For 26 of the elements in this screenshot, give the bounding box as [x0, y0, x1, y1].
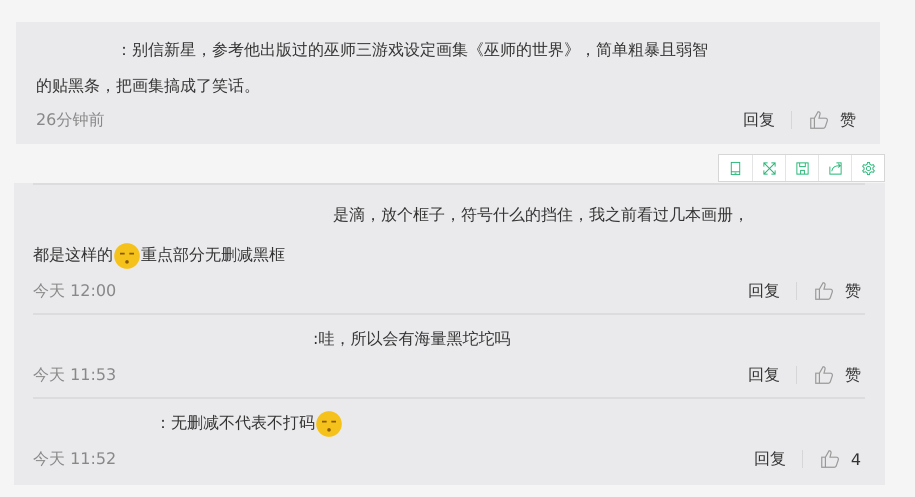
- thumbs-up-icon[interactable]: [813, 364, 835, 386]
- like-link[interactable]: 4: [850, 450, 861, 468]
- comment-text: :哇，所以会有海量黑坨坨吗: [312, 328, 512, 350]
- thumbs-up-icon[interactable]: [808, 109, 830, 131]
- timestamp: 今天 12:00: [33, 280, 116, 302]
- thumbs-up-icon[interactable]: [818, 448, 841, 470]
- settings-icon: [860, 160, 876, 176]
- comment-text: ：无删减不代表不打码: [33, 403, 865, 443]
- reply-link[interactable]: 回复: [748, 364, 780, 386]
- emoji-icon: [315, 410, 343, 438]
- comment-text: 是滴，放个框子，符号什么的挡住，我之前看过几本画册，都是这样的 重点部分无删减黑框: [33, 195, 758, 275]
- tablet-icon: [728, 160, 743, 176]
- comment-text: ：别信新星，参考他出版过的巫师三游戏设定画集《巫师的世界》，简单粗暴且弱智的贴黑条，把画集搞成了笑话。: [36, 39, 709, 97]
- timestamp: 今天 11:52: [33, 448, 116, 470]
- expand-icon: [762, 160, 776, 176]
- thumbs-up-icon[interactable]: [813, 280, 835, 302]
- emoji-icon: [113, 242, 141, 270]
- reply-link[interactable]: 回复: [748, 280, 780, 302]
- reply-link[interactable]: 回复: [743, 110, 775, 130]
- reply-link[interactable]: 回复: [754, 448, 786, 470]
- like-link[interactable]: 赞: [840, 110, 856, 130]
- share-icon: [828, 160, 842, 176]
- like-link[interactable]: 赞: [845, 280, 861, 302]
- timestamp: 26分钟前: [36, 110, 104, 130]
- like-link[interactable]: 赞: [845, 364, 861, 386]
- timestamp: 今天 11:53: [33, 364, 116, 386]
